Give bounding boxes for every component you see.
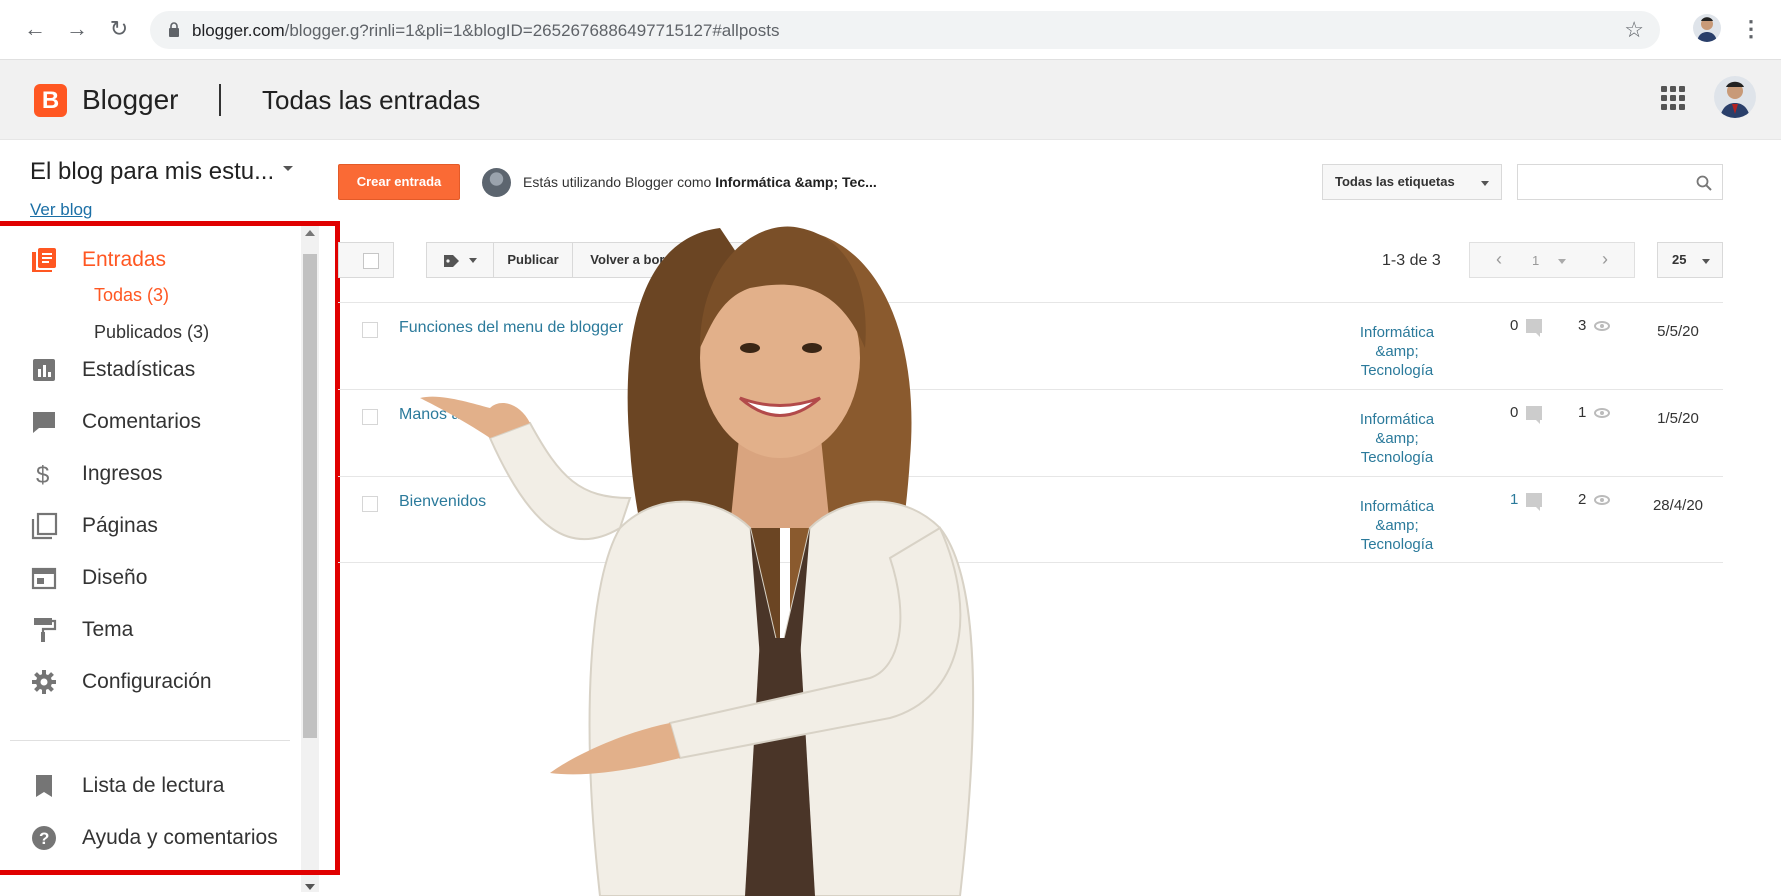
post-checkbox[interactable] bbox=[362, 409, 378, 425]
eye-icon bbox=[1594, 408, 1610, 418]
post-date: 28/4/20 bbox=[1652, 497, 1704, 514]
back-arrow-icon[interactable]: ← bbox=[20, 14, 50, 44]
post-label[interactable]: Informática &amp; Tecnología bbox=[1346, 497, 1448, 554]
brand-name: Blogger bbox=[82, 84, 179, 115]
post-view-count: 1 bbox=[1578, 404, 1587, 421]
post-date: 5/5/20 bbox=[1657, 323, 1699, 340]
post-view-count: 2 bbox=[1578, 491, 1587, 508]
presenter-woman-illustration bbox=[420, 226, 975, 896]
account-avatar[interactable] bbox=[1714, 76, 1756, 118]
header-divider bbox=[219, 84, 221, 116]
eye-icon bbox=[1594, 495, 1610, 505]
highlight-frame bbox=[0, 221, 340, 875]
chevron-down-icon bbox=[1702, 259, 1710, 264]
page-title: Todas las entradas bbox=[262, 85, 481, 115]
chevron-right-icon[interactable]: › bbox=[1602, 249, 1608, 270]
blogger-logo-icon[interactable]: B bbox=[34, 84, 67, 117]
blog-selector-caret-icon[interactable] bbox=[283, 166, 293, 171]
select-all-checkbox[interactable] bbox=[363, 253, 379, 269]
post-date: 1/5/20 bbox=[1657, 410, 1699, 427]
user-avatar bbox=[482, 168, 511, 197]
pager: ‹ 1 › bbox=[1469, 242, 1635, 278]
comment-icon bbox=[1526, 493, 1542, 511]
post-view-count: 3 bbox=[1578, 317, 1587, 334]
apps-grid-icon[interactable] bbox=[1661, 86, 1685, 110]
post-checkbox[interactable] bbox=[362, 496, 378, 512]
select-all-button[interactable] bbox=[338, 242, 394, 278]
search-input[interactable] bbox=[1524, 169, 1684, 195]
post-comment-count[interactable]: 1 bbox=[1510, 491, 1518, 508]
post-label[interactable]: Informática &amp; Tecnología bbox=[1346, 323, 1448, 380]
labels-filter-dropdown[interactable]: Todas las etiquetas bbox=[1322, 164, 1502, 200]
comment-icon bbox=[1526, 406, 1542, 424]
page-select[interactable]: 1 bbox=[1532, 253, 1539, 268]
browser-menu-icon[interactable]: ⋮ bbox=[1740, 14, 1762, 44]
pager-count: 1-3 de 3 bbox=[1382, 252, 1441, 269]
browser-profile-avatar[interactable] bbox=[1693, 14, 1721, 42]
address-bar[interactable]: blogger.com/blogger.g?rinli=1&pli=1&blog… bbox=[150, 11, 1660, 49]
eye-icon bbox=[1594, 321, 1610, 331]
browser-chrome: ← → ↻ blogger.com/blogger.g?rinli=1&pli=… bbox=[0, 0, 1781, 60]
chevron-down-icon bbox=[1558, 259, 1566, 264]
create-post-button[interactable]: Crear entrada bbox=[338, 164, 460, 200]
view-blog-link[interactable]: Ver blog bbox=[30, 200, 92, 220]
bookmark-star-icon[interactable]: ☆ bbox=[1624, 17, 1644, 43]
search-box[interactable] bbox=[1517, 164, 1723, 200]
comment-icon bbox=[1526, 319, 1542, 337]
chevron-left-icon[interactable]: ‹ bbox=[1496, 249, 1502, 270]
chevron-down-icon bbox=[1481, 181, 1489, 186]
reload-icon[interactable]: ↻ bbox=[104, 14, 134, 44]
search-icon[interactable] bbox=[1696, 175, 1712, 191]
post-label[interactable]: Informática &amp; Tecnología bbox=[1346, 410, 1448, 467]
scroll-down-arrow-icon[interactable] bbox=[305, 884, 315, 890]
forward-arrow-icon[interactable]: → bbox=[62, 14, 92, 44]
blog-selector[interactable]: El blog para mis estu... bbox=[30, 158, 274, 186]
url-text: blogger.com/blogger.g?rinli=1&pli=1&blog… bbox=[192, 21, 780, 40]
lock-icon bbox=[169, 22, 179, 37]
post-comment-count: 0 bbox=[1510, 404, 1519, 421]
per-page-select[interactable]: 25 bbox=[1657, 242, 1723, 278]
labels-filter-label: Todas las etiquetas bbox=[1335, 174, 1455, 189]
per-page-value: 25 bbox=[1672, 252, 1687, 267]
app-header: B Blogger Todas las entradas bbox=[0, 60, 1781, 140]
user-note: Estás utilizando Blogger como Informátic… bbox=[523, 174, 877, 190]
post-checkbox[interactable] bbox=[362, 322, 378, 338]
post-comment-count: 0 bbox=[1510, 317, 1519, 334]
